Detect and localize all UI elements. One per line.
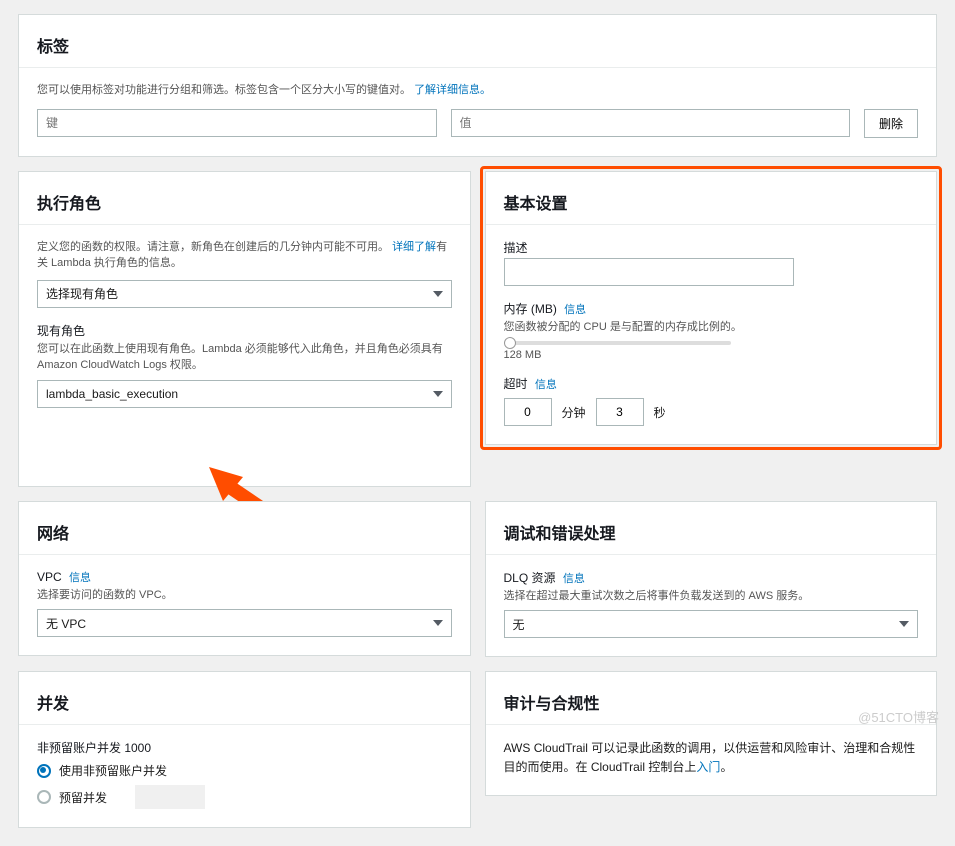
existing-role-hint: 您可以在此函数上使用现有角色。Lambda 必须能够代入此角色，并且角色必须具有… [37,341,452,374]
existing-role-label: 现有角色 [37,322,452,339]
divider [486,554,937,555]
network-panel: 网络 VPC 信息 选择要访问的函数的 VPC。 无 VPC [18,501,471,657]
audit-title: 审计与合规性 [504,690,919,714]
vpc-info-link[interactable]: 信息 [69,572,91,584]
seconds-unit: 秒 [654,404,666,421]
divider [19,724,470,725]
timeout-min-input[interactable] [504,398,552,426]
mem-info-link[interactable]: 信息 [564,304,586,316]
vpc-label-text: VPC [37,570,62,584]
debug-title: 调试和错误处理 [504,520,919,544]
mem-label-text: 内存 (MB) [504,302,557,316]
existing-role-select[interactable]: lambda_basic_execution [37,380,452,408]
exec-role-panel: 执行角色 定义您的函数的权限。请注意，新角色在创建后的几分钟内可能不可用。 详细… [18,171,471,487]
vpc-select[interactable]: 无 VPC [37,609,452,637]
reserved-value-box [135,785,205,809]
mem-hint: 您函数被分配的 CPU 是与配置的内存成比例的。 [504,319,919,336]
basic-title: 基本设置 [504,190,919,214]
divider [19,67,936,68]
radio-unreserved[interactable] [37,764,51,778]
mem-value: 128 MB [504,349,919,361]
audit-link[interactable]: 入门 [696,760,720,774]
choose-role-label: 选择现有角色 [46,285,118,302]
vpc-label: VPC 信息 [37,569,452,585]
network-title: 网络 [37,520,452,544]
timeout-sec-input[interactable] [596,398,644,426]
opt-reserved-label: 预留并发 [59,789,107,806]
desc-input[interactable] [504,258,794,286]
audit-text-suffix: 。 [720,760,732,774]
dlq-info-link[interactable]: 信息 [563,573,585,585]
tags-title: 标签 [37,33,918,57]
audit-text: AWS CloudTrail 可以记录此函数的调用，以供运营和风险审计、治理和合… [504,739,919,777]
tag-value-input[interactable] [451,109,851,137]
chevron-down-icon [433,620,443,626]
exec-role-learn-link[interactable]: 详细了解 [392,241,436,253]
unreserved-label: 非预留账户并发 1000 [37,739,452,756]
exec-role-hint: 定义您的函数的权限。请注意，新角色在创建后的几分钟内可能不可用。 详细了解有关 … [37,239,452,272]
opt-unreserved-label: 使用非预留账户并发 [59,762,167,779]
timeout-label-text: 超时 [504,377,528,391]
radio-reserved[interactable] [37,790,51,804]
vpc-value: 无 VPC [46,615,86,632]
dlq-select[interactable]: 无 [504,610,919,638]
tag-delete-button[interactable]: 删除 [864,109,918,138]
divider [19,554,470,555]
concurrency-title: 并发 [37,690,452,714]
dlq-label-text: DLQ 资源 [504,571,556,585]
tags-panel: 标签 您可以使用标签对功能进行分组和筛选。标签包含一个区分大小写的键值对。 了解… [18,14,937,157]
timeout-info-link[interactable]: 信息 [535,379,557,391]
watermark: @51CTO博客 [858,707,939,726]
tags-hint: 您可以使用标签对功能进行分组和筛选。标签包含一个区分大小写的键值对。 了解详细信… [37,82,918,99]
chevron-down-icon [433,391,443,397]
desc-label: 描述 [504,239,919,256]
minutes-unit: 分钟 [562,404,586,421]
chevron-down-icon [899,621,909,627]
mem-label: 内存 (MB) 信息 [504,300,919,317]
exec-role-title: 执行角色 [37,190,452,214]
tags-hint-text: 您可以使用标签对功能进行分组和筛选。标签包含一个区分大小写的键值对。 [37,84,411,96]
slider-thumb-icon[interactable] [504,337,516,349]
vpc-hint: 选择要访问的函数的 VPC。 [37,587,452,604]
exec-role-hint-text: 定义您的函数的权限。请注意，新角色在创建后的几分钟内可能不可用。 [37,241,389,253]
timeout-label: 超时 信息 [504,375,919,392]
basic-settings-panel: 基本设置 描述 内存 (MB) 信息 您函数被分配的 CPU 是与配置的内存成比… [485,171,938,446]
chevron-down-icon [433,291,443,297]
divider [19,224,470,225]
tag-key-input[interactable] [37,109,437,137]
mem-slider[interactable] [504,341,732,345]
dlq-hint: 选择在超过最大重试次数之后将事件负载发送到的 AWS 服务。 [504,588,919,605]
debug-panel: 调试和错误处理 DLQ 资源 信息 选择在超过最大重试次数之后将事件负载发送到的… [485,501,938,658]
choose-role-select[interactable]: 选择现有角色 [37,280,452,308]
existing-role-value: lambda_basic_execution [46,387,178,401]
dlq-label: DLQ 资源 信息 [504,569,919,586]
tags-learn-more-link[interactable]: 了解详细信息。 [414,84,491,96]
concurrency-panel: 并发 非预留账户并发 1000 使用非预留账户并发 预留并发 [18,671,471,828]
dlq-value: 无 [513,616,525,633]
divider [486,224,937,225]
